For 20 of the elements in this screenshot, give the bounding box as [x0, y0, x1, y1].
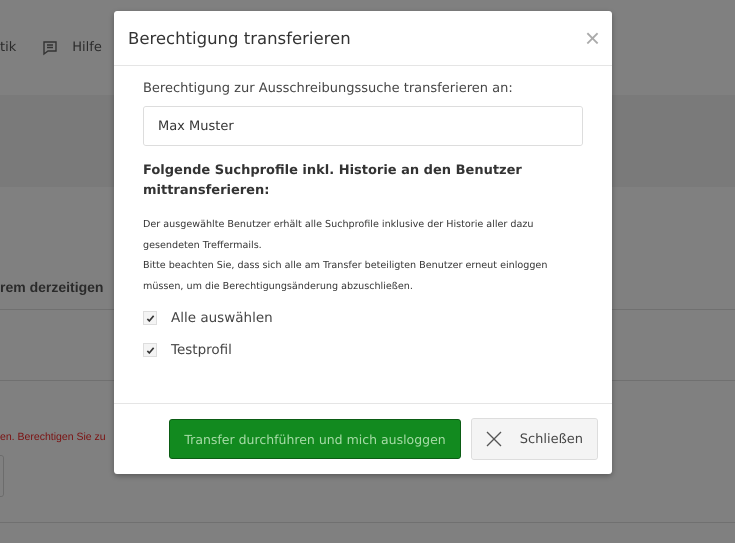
- checkbox[interactable]: [143, 343, 157, 357]
- section-heading: rem derzeitigen: [0, 279, 104, 295]
- field-label: Berechtigung zur Ausschreibungssuche transferieren an:: [143, 81, 514, 96]
- option-label: Alle auswählen: [171, 310, 273, 326]
- section-title: Folgende Suchprofile inkl. Historie an den Benutzer mittransferieren:: [143, 162, 523, 200]
- info-text: Der ausgewählte Benutzer erhält alle Suchprofile inklusive der Historie aller dazu gesendeten Treffermails.: [143, 218, 535, 252]
- option-label: Testprofil: [171, 342, 232, 358]
- chat-icon: [42, 40, 58, 56]
- close-button[interactable]: ×: [584, 25, 600, 51]
- nav-link[interactable]: tik: [0, 40, 16, 55]
- check-icon: [146, 346, 154, 354]
- checkbox[interactable]: [143, 311, 157, 325]
- user-field[interactable]: Max Muster: [143, 106, 583, 146]
- dialog-title: Berechtigung transferieren: [128, 28, 351, 48]
- info-text: Bitte beachten Sie, dass sich alle am Transfer beteiligten Benutzer erneut einloggen müssen, um die Berechtigungsänderung abzuschließen.: [143, 259, 548, 294]
- warning-text: en. Berechtigen Sie zu: [0, 431, 107, 443]
- nav-link[interactable]: Hilfe: [42, 40, 102, 56]
- close-dialog-button[interactable]: Schließen: [470, 418, 598, 460]
- check-icon: [146, 314, 154, 322]
- close-icon: [486, 431, 502, 447]
